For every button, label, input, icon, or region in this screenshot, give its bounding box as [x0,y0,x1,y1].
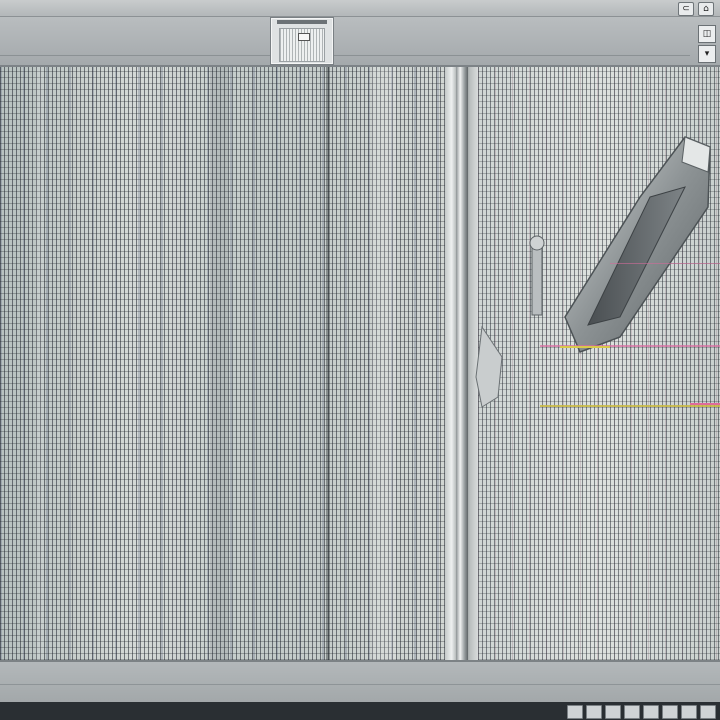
pink-scanline [610,263,720,264]
fabric-column-shade [210,67,228,660]
window-controls: ⊂ ⌂ [678,2,714,16]
tray-icon[interactable] [662,705,678,719]
toolbar: ◫ ▾ [0,17,720,67]
yellow-scanline [560,346,610,348]
title-bar: ⊂ ⌂ [0,0,720,17]
vertical-rod [456,67,468,660]
arm-knob [529,235,545,251]
tray-icon[interactable] [681,705,697,719]
minimize-icon[interactable]: ⌂ [698,2,714,16]
system-tray [567,705,716,719]
thumbnail-caption [277,20,327,24]
fabric-column-highlight [372,67,396,660]
tray-icon[interactable] [586,705,602,719]
tray-icon[interactable] [643,705,659,719]
camera-icon[interactable]: ◫ [698,25,716,43]
status-bar [0,660,720,704]
thumbnail-preview[interactable] [270,17,334,65]
mechanical-arm [475,136,711,408]
side-tool-group: ◫ ▾ [698,25,716,63]
tray-icon[interactable] [567,705,583,719]
fabric-column-seam [326,67,330,660]
tray-icon[interactable] [700,705,716,719]
lock-icon[interactable]: ⊂ [678,2,694,16]
arm-bracket [531,244,543,316]
app-window: ⊂ ⌂ ◫ ▾ [0,0,720,720]
dropdown-arrow-icon[interactable]: ▾ [698,45,716,63]
status-divider [0,684,720,685]
fabric-column-highlight [36,67,44,660]
arm-clamp [475,325,503,408]
tray-icon[interactable] [624,705,640,719]
toolbar-divider [0,55,690,56]
image-canvas[interactable] [0,67,720,660]
tray-icon[interactable] [605,705,621,719]
thumbnail-window-icon [298,33,310,41]
thumbnail-image [279,28,325,62]
yellow-scanline [540,405,720,407]
taskbar [0,702,720,720]
pink-scanline [690,403,720,405]
